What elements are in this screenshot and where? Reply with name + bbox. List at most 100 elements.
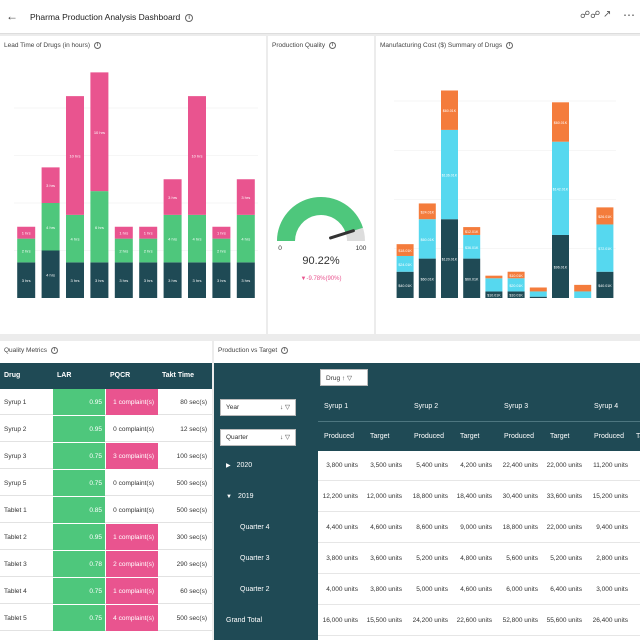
drug-filter-button[interactable]: Drug ↑ ▽ <box>320 369 368 386</box>
data-label: $136.01K <box>442 174 458 178</box>
expand-icon[interactable]: ▶ <box>226 463 231 469</box>
drug-column-header[interactable]: Syrup 2 <box>414 403 438 410</box>
pivot-row-label[interactable]: Quarter 3 <box>240 555 270 562</box>
data-label: 4 hrs <box>71 237 80 242</box>
table-row[interactable]: Tablet 1 0.85 0 complaint(s) 500 sec(s) <box>0 497 212 523</box>
quarter-filter-label: Quarter <box>226 434 249 441</box>
pivot-cell: 3,600 units <box>370 555 402 562</box>
lar-cell: 0.95 <box>53 389 105 415</box>
table-row[interactable]: Syrup 1 0.95 1 complaint(s) 80 sec(s) <box>0 389 212 415</box>
drug-cell: Syrup 1 <box>4 399 27 406</box>
target-column-header[interactable]: Target <box>550 433 569 440</box>
table-row[interactable]: Syrup 5 0.75 0 complaint(s) 500 sec(s) <box>0 470 212 496</box>
drug-column-header[interactable]: Syrup 4 <box>594 403 618 410</box>
arrow-left-icon[interactable]: ← <box>6 9 18 23</box>
info-icon[interactable]: i <box>281 347 289 354</box>
lar-cell: 0.75 <box>53 605 105 631</box>
data-label: 1 hrs <box>119 231 128 236</box>
pivot-row-label[interactable]: Quarter 2 <box>240 586 270 593</box>
pivot-row-label-text: Grand Total <box>226 617 263 624</box>
column-header-pqcr[interactable]: PQCR <box>110 372 130 379</box>
data-label: 4 hrs <box>193 237 202 242</box>
drug-cell: Tablet 4 <box>4 588 27 595</box>
binoculars-icon[interactable]: ☍☍ <box>580 10 600 21</box>
pivot-row-label-text: 2020 <box>236 462 253 469</box>
info-icon[interactable]: i <box>185 13 194 22</box>
bar-segment[interactable] <box>574 291 592 298</box>
target-column-header[interactable]: Target <box>370 433 389 440</box>
quarter-filter-button[interactable]: Quarter ↓ ▽ <box>220 429 296 446</box>
collapse-icon[interactable]: ▼ <box>226 494 232 500</box>
pivot-cell: 5,400 units <box>416 462 448 469</box>
produced-column-header[interactable]: Produced <box>504 433 534 440</box>
expand-icon[interactable]: ↗ <box>603 9 611 20</box>
more-icon[interactable]: ⋯ <box>623 8 635 22</box>
data-label: $24.01K <box>421 210 435 214</box>
pivot-cell: 24,200 units <box>412 617 448 624</box>
drug-column-header[interactable]: Syrup 1 <box>324 403 348 410</box>
pivot-cell: 55,600 units <box>546 617 582 624</box>
info-icon[interactable]: i <box>50 347 58 354</box>
target-column-header[interactable]: Target <box>460 433 479 440</box>
takt-time-cell: 500 sec(s) <box>176 480 207 487</box>
bar-segment[interactable] <box>529 296 547 298</box>
target-column-header-truncated[interactable]: Ta <box>636 433 640 440</box>
column-header-takt-time[interactable]: Takt Time <box>162 372 194 379</box>
produced-column-header[interactable]: Produced <box>324 433 354 440</box>
lar-cell: 0.75 <box>53 470 105 496</box>
pivot-cell: 5,600 units <box>506 555 538 562</box>
year-filter-button[interactable]: Year ↓ ▽ <box>220 399 296 416</box>
pivot-row-label[interactable]: Grand Total <box>226 617 262 624</box>
pivot-row-label[interactable]: Quarter 4 <box>240 524 270 531</box>
data-label: $120.01K <box>442 258 458 262</box>
data-label: $24.01K <box>398 263 412 267</box>
pivot-cell: 3,500 units <box>370 462 402 469</box>
sort-up-icon[interactable]: ↑ <box>342 375 345 382</box>
table-row[interactable]: Syrup 2 0.95 0 complaint(s) 12 sec(s) <box>0 416 212 442</box>
pivot-cell: 9,400 units <box>596 524 628 531</box>
lar-cell: 0.75 <box>53 578 105 604</box>
bar-segment[interactable] <box>485 275 503 279</box>
pivot-cell: 8,600 units <box>416 524 448 531</box>
data-label: 3 hrs <box>217 278 226 283</box>
pivot-cell: 30,400 units <box>502 493 538 500</box>
bar-segment[interactable] <box>574 284 592 292</box>
pivot-cell: 22,400 units <box>502 462 538 469</box>
bar-segment[interactable] <box>485 278 503 292</box>
drug-filter-label: Drug <box>326 375 341 382</box>
table-row[interactable]: Tablet 5 0.75 4 complaint(s) 500 sec(s) <box>0 605 212 631</box>
pivot-cell: 4,800 units <box>460 555 492 562</box>
drug-cell: Syrup 3 <box>4 453 27 460</box>
bar-segment[interactable] <box>529 291 547 297</box>
filter-icon[interactable]: ▽ <box>347 375 352 382</box>
produced-column-header[interactable]: Produced <box>594 433 624 440</box>
takt-time-cell: 100 sec(s) <box>176 453 207 460</box>
drug-column-header[interactable]: Syrup 3 <box>504 403 528 410</box>
data-label: 2 hrs <box>144 249 153 254</box>
column-header-lar[interactable]: LAR <box>57 372 71 379</box>
data-label: 1 hrs <box>144 231 153 236</box>
data-label: 3 hrs <box>241 195 250 200</box>
column-header-drug[interactable]: Drug <box>4 372 20 379</box>
table-row[interactable]: Tablet 3 0.78 2 complaint(s) 290 sec(s) <box>0 551 212 577</box>
pqcr-value: 0 complaint(s) <box>113 507 154 514</box>
table-row[interactable]: Tablet 4 0.75 1 complaint(s) 60 sec(s) <box>0 578 212 604</box>
pivot-cell: 4,400 units <box>326 524 358 531</box>
bar-segment[interactable] <box>529 287 547 292</box>
table-row[interactable]: Syrup 3 0.75 3 complaint(s) 100 sec(s) <box>0 443 212 469</box>
quality-metrics-panel: Quality Metrics i Drug LAR PQCR Takt Time… <box>0 341 212 640</box>
data-label: $12.01K <box>465 230 479 234</box>
data-label: 4 hrs <box>46 225 55 230</box>
data-label: $36.01K <box>465 246 479 250</box>
takt-time-cell: 290 sec(s) <box>176 561 207 568</box>
production-vs-target-title-text: Production vs Target <box>218 347 278 355</box>
pivot-cell: 2,800 units <box>596 555 628 562</box>
sort-down-filter-icon[interactable]: ↓ ▽ <box>280 403 290 411</box>
produced-column-header[interactable]: Produced <box>414 433 444 440</box>
table-row[interactable]: Tablet 2 0.95 1 complaint(s) 300 sec(s) <box>0 524 212 550</box>
sort-down-filter-icon[interactable]: ↓ ▽ <box>280 433 290 441</box>
pivot-row-label[interactable]: ▼ 2019 <box>226 493 254 500</box>
lar-value: 0.95 <box>89 399 102 406</box>
pivot-row-label[interactable]: ▶ 2020 <box>226 462 252 469</box>
data-label: $60.01K <box>421 277 435 281</box>
